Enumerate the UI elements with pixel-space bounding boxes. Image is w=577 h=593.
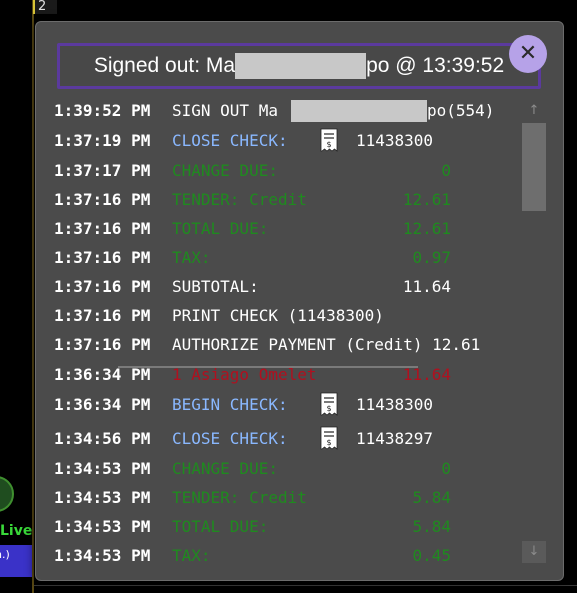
receipt-icon: $ — [319, 392, 339, 416]
log-label: CHANGE DUE: — [172, 161, 278, 180]
background-divider-bottom — [34, 585, 577, 586]
log-time: 1:36:34 PM — [54, 395, 151, 414]
check-number: 11438300 — [356, 395, 434, 414]
receipt-icon: $ — [319, 128, 339, 152]
log-row: 1:34:53 PM CHANGE DUE: 0 — [54, 458, 524, 480]
svg-text:$: $ — [326, 404, 331, 413]
log-row: 1:36:34 PM BEGIN CHECK: $11438300 — [54, 392, 524, 416]
log-value: 12.61 — [402, 219, 451, 238]
log-label: TENDER: Credit — [172, 190, 307, 209]
redacted-name — [235, 53, 367, 80]
log-scrollbar[interactable]: ↑ — [522, 100, 546, 566]
log-label: TENDER: Credit — [172, 488, 307, 507]
scroll-up-button[interactable]: ↑ — [522, 100, 546, 122]
log-label: TAX: — [172, 546, 211, 565]
background-tab[interactable]: 2 — [33, 0, 57, 14]
log-label: SUBTOTAL: — [172, 277, 259, 296]
log-label: PRINT CHECK (11438300) — [172, 306, 384, 325]
log-time: 1:37:16 PM — [54, 277, 151, 296]
log-time: 1:34:53 PM — [54, 459, 151, 478]
log-label-tail: po(554) — [427, 101, 495, 120]
dialog-title: Signed out: Ma po @ 13:39:52 — [60, 46, 538, 86]
log-time: 1:34:53 PM — [54, 546, 151, 565]
log-row: 1:37:16 PM TOTAL DUE: 12.61 — [54, 218, 524, 240]
background-divider — [32, 0, 34, 593]
log-label: TAX: — [172, 248, 211, 267]
activity-log: 1:39:52 PM SIGN OUT Ma po(554) 1:37:19 PM CL… — [54, 100, 524, 580]
log-value: 0 — [441, 161, 451, 180]
log-label: BEGIN CHECK: — [172, 395, 288, 414]
log-row: 1:39:52 PM SIGN OUT Ma po(554) — [54, 100, 524, 122]
signout-log-dialog: Signed out: Ma po @ 13:39:52 ✕ 1:39:52 PM… — [35, 21, 564, 581]
live-label: Live — [0, 523, 33, 539]
svg-text:$: $ — [326, 438, 331, 447]
log-value: 0 — [441, 459, 451, 478]
log-time: 1:34:53 PM — [54, 517, 151, 536]
log-row: 1:34:56 PM CLOSE CHECK: $11438297 — [54, 426, 524, 450]
check-number: 11438297 — [356, 429, 434, 448]
log-time: 1:39:52 PM — [54, 101, 151, 120]
log-row: 1:37:19 PM CLOSE CHECK: $11438300 — [54, 128, 524, 152]
dialog-title-box: Signed out: Ma po @ 13:39:52 — [57, 43, 541, 89]
log-time: 1:37:17 PM — [54, 161, 151, 180]
log-row: 1:34:53 PM TAX: 0.45 — [54, 545, 524, 567]
log-value: 0.97 — [412, 248, 451, 267]
log-time: 1:37:16 PM — [54, 248, 151, 267]
log-time: 1:37:16 PM — [54, 219, 151, 238]
log-time: 1:37:16 PM — [54, 306, 151, 325]
log-value: 11.64 — [402, 277, 451, 296]
log-label: SIGN OUT Ma — [172, 101, 278, 120]
svg-text:$: $ — [326, 140, 331, 149]
log-row: 1:37:16 PM TENDER: Credit 12.61 — [54, 189, 524, 211]
log-time: 1:34:56 PM — [54, 429, 151, 448]
scroll-down-button[interactable]: ↓ — [522, 541, 546, 563]
title-prefix: Signed out: Ma — [93, 54, 236, 77]
log-row: 1:37:16 PM SUBTOTAL: 11.64 — [54, 276, 524, 298]
redacted-name — [291, 100, 427, 122]
log-label: CLOSE CHECK: — [172, 131, 288, 150]
log-value: 12.61 — [402, 190, 451, 209]
log-label: TOTAL DUE: — [172, 517, 269, 536]
log-value: 0.45 — [412, 546, 451, 565]
log-value: 5.84 — [412, 517, 451, 536]
log-row: 1:34:53 PM TOTAL DUE: 5.84 — [54, 516, 524, 538]
log-row: 1:37:16 PM AUTHORIZE PAYMENT (Credit) 12.… — [54, 334, 524, 356]
scroll-thumb[interactable] — [522, 123, 546, 211]
title-suffix: po @ 13:39:52 — [366, 54, 505, 77]
log-time: 1:37:19 PM — [54, 131, 151, 150]
log-row: 1:37:16 PM TAX: 0.97 — [54, 247, 524, 269]
live-status-icon — [0, 476, 14, 512]
receipt-icon: $ — [319, 426, 339, 450]
log-value: 5.84 — [412, 488, 451, 507]
log-time: 1:37:16 PM — [54, 335, 151, 354]
scroll-down-icon: ↓ — [528, 544, 540, 559]
log-time: 1:34:53 PM — [54, 488, 151, 507]
close-button[interactable]: ✕ — [509, 35, 547, 73]
log-label: AUTHORIZE PAYMENT (Credit) 12.61 — [172, 335, 481, 354]
log-label: CLOSE CHECK: — [172, 429, 288, 448]
side-button[interactable]: in.) — [0, 545, 32, 577]
check-separator — [118, 366, 418, 368]
log-label: CHANGE DUE: — [172, 459, 278, 478]
log-time: 1:37:16 PM — [54, 190, 151, 209]
log-row: 1:37:16 PM PRINT CHECK (11438300) — [54, 305, 524, 327]
check-number: 11438300 — [356, 131, 434, 150]
log-row: 1:37:17 PM CHANGE DUE: 0 — [54, 160, 524, 182]
log-row: 1:34:53 PM TENDER: Credit 5.84 — [54, 487, 524, 509]
log-label: TOTAL DUE: — [172, 219, 269, 238]
